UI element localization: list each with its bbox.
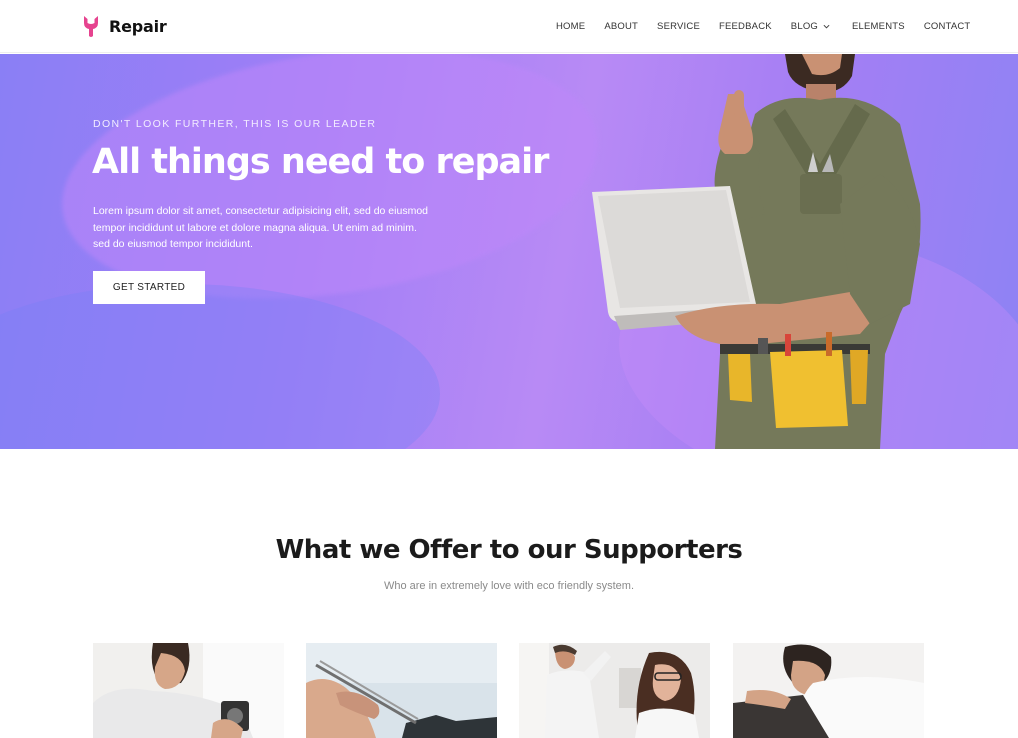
hero-title: All things need to repair: [92, 142, 549, 182]
section-title: What we Offer to our Supporters: [275, 535, 743, 565]
service-card-image[interactable]: [306, 643, 497, 738]
brand-logo[interactable]: Repair: [81, 14, 167, 38]
get-started-button[interactable]: GET STARTED: [93, 271, 205, 304]
technician-and-customer-image: [519, 643, 710, 738]
site-header: Repair HOME ABOUT SERVICE FEEDBACK BLOG …: [0, 0, 1018, 53]
technician-repairing-laptop-image: [733, 643, 924, 738]
nav-item-about[interactable]: ABOUT: [604, 21, 638, 32]
repairman-with-laptop-image: [592, 54, 921, 449]
tweezers-repair-image: [306, 643, 497, 738]
nav-item-blog-label: BLOG: [790, 21, 818, 32]
hero-tagline: DON'T LOOK FURTHER, THIS IS OUR LEADER: [93, 118, 377, 130]
nav-item-blog[interactable]: BLOG: [791, 21, 830, 32]
service-card-image[interactable]: [519, 643, 710, 738]
service-cards: [93, 643, 924, 738]
hero-bg-shape: [0, 284, 440, 449]
wrench-logo-icon: [84, 16, 98, 37]
hero-banner: DON'T LOOK FURTHER, THIS IS OUR LEADER A…: [0, 54, 1018, 449]
technician-repairing-phone-image: [93, 643, 284, 738]
nav-item-home[interactable]: HOME: [556, 21, 585, 32]
brand-name: Repair: [109, 16, 167, 36]
nav-item-elements[interactable]: ELEMENTS: [852, 21, 905, 32]
service-card-image[interactable]: [733, 643, 924, 738]
nav-item-service[interactable]: SERVICE: [657, 21, 700, 32]
service-card-image[interactable]: [93, 643, 284, 738]
nav-item-feedback[interactable]: FEEDBACK: [719, 21, 772, 32]
chevron-down-icon: [823, 24, 830, 29]
hero-description: Lorem ipsum dolor sit amet, consectetur …: [93, 205, 428, 250]
main-nav: HOME ABOUT SERVICE FEEDBACK BLOG ELEMENT…: [556, 21, 970, 32]
nav-item-contact[interactable]: CONTACT: [924, 21, 971, 32]
section-subtitle: Who are in extremely love with eco frien…: [383, 580, 635, 592]
